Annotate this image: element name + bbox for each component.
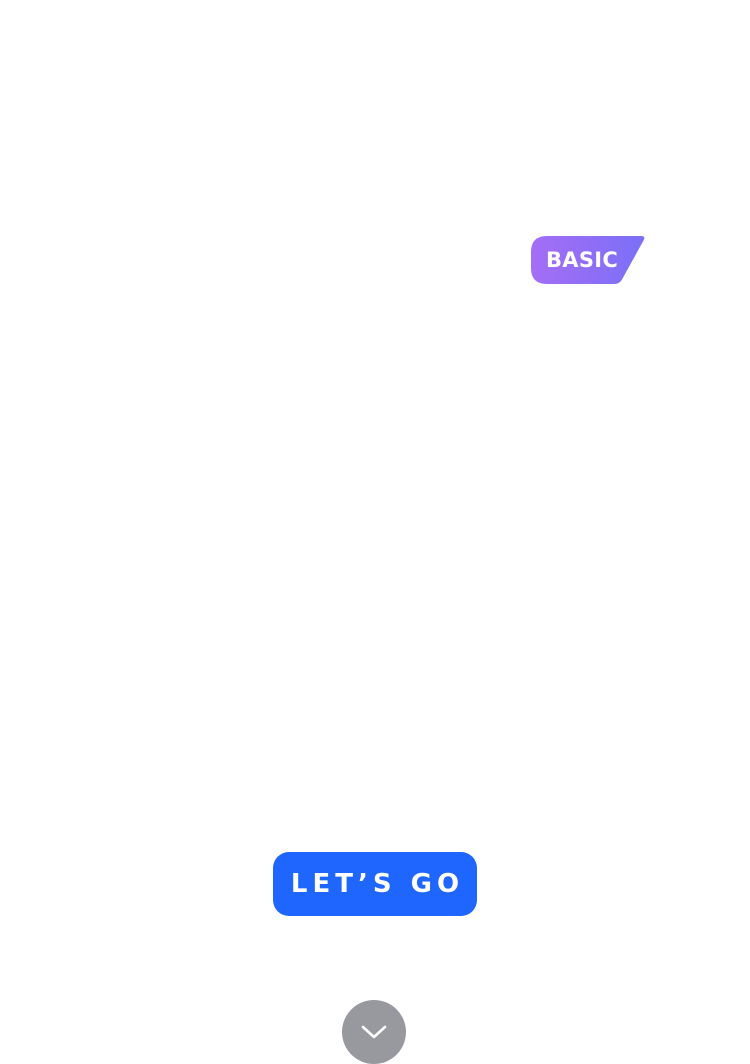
scroll-down-button[interactable] (342, 1000, 406, 1064)
tier-badge: BASIC (531, 236, 645, 284)
tier-badge-label: BASIC (546, 248, 619, 272)
page: BASIC LET’S GO (0, 0, 750, 1064)
lets-go-button[interactable]: LET’S GO (273, 852, 477, 916)
chevron-down-icon (361, 1025, 387, 1039)
lets-go-button-label: LET’S GO (290, 869, 465, 899)
